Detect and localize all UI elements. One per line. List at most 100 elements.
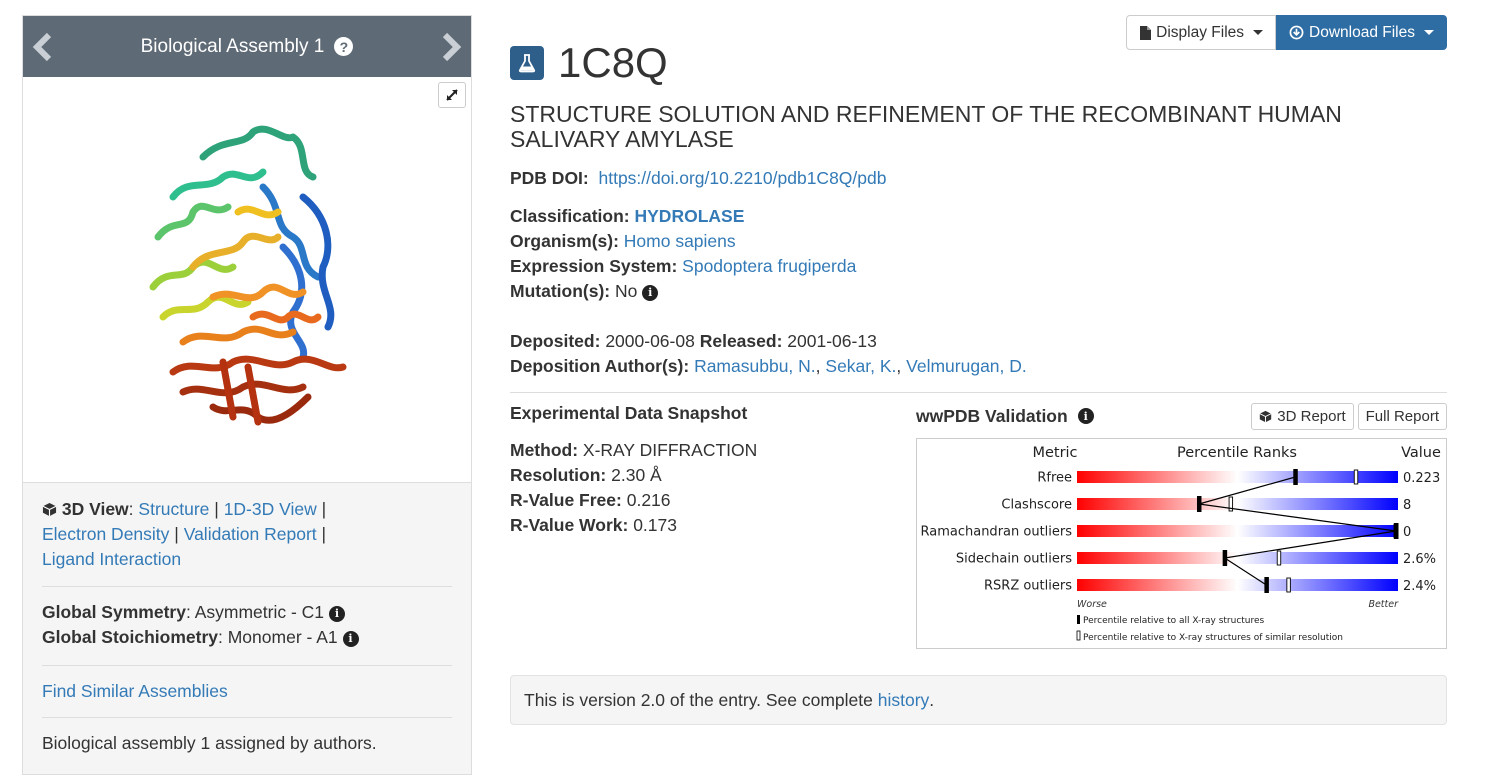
validation-slider-chart: Metric Percentile Ranks Value Rfree 0.223… [921, 445, 1441, 643]
link-validation-report[interactable]: Validation Report [184, 524, 317, 544]
released-label: Released: [699, 331, 783, 351]
history-link[interactable]: history [878, 690, 930, 711]
deposited-date: 2000-06-08 [605, 331, 695, 351]
organism-link[interactable]: Homo sapiens [624, 231, 736, 251]
cube-icon [42, 502, 57, 517]
author-link[interactable]: Sekar, K. [825, 356, 896, 376]
similar-resolution-marker [1353, 469, 1359, 485]
info-icon[interactable]: i [1077, 408, 1094, 424]
metric-header: Metric [1032, 445, 1077, 461]
resolution-label: Resolution: [510, 465, 607, 485]
entry-main: Display Files Download Files 1C8Q STRUCT… [510, 15, 1447, 725]
file-icon [1140, 25, 1152, 40]
validation-section: wwPDB Validation i 3D Report Full Report [916, 402, 1447, 649]
3d-report-button[interactable]: 3D Report [1251, 402, 1354, 430]
version-notice: This is version 2.0 of the entry. See co… [510, 675, 1447, 725]
metric-value: 0 [1403, 525, 1411, 540]
resolution-value: 2.30 Å [611, 465, 662, 485]
pdb-id: 1C8Q [558, 39, 668, 86]
chevron-right-icon[interactable] [435, 32, 465, 62]
legend-all-marker [1077, 615, 1080, 624]
display-files-label: Display Files [1156, 23, 1245, 41]
classification-link[interactable]: HYDROLASE [635, 206, 745, 226]
classification-block: Classification: HYDROLASE Organism(s): H… [510, 204, 1447, 304]
mutation-value: No [615, 281, 638, 301]
metric-label: Ramachandran outliers [921, 525, 1073, 540]
doi-line: PDB DOI: https://doi.org/10.2210/pdb1C8Q… [510, 166, 1447, 191]
display-files-button[interactable]: Display Files [1126, 15, 1277, 50]
molecule-viewer[interactable] [23, 77, 471, 483]
doi-label: PDB DOI: [510, 168, 589, 188]
assembly-header: Biological Assembly 1 ? [23, 16, 471, 77]
caret-down-icon [1424, 30, 1434, 35]
stoichiometry-value: Monomer - A1 [227, 627, 338, 647]
info-icon[interactable]: i [328, 605, 345, 622]
find-similar-assemblies-link[interactable]: Find Similar Assemblies [42, 681, 228, 701]
doi-link[interactable]: https://doi.org/10.2210/pdb1C8Q/pdb [598, 168, 886, 188]
expand-button[interactable] [438, 82, 466, 108]
classification-label: Classification: [510, 206, 630, 226]
link-1d-3d-view[interactable]: 1D-3D View [224, 499, 317, 519]
metric-label: RSRZ outliers [984, 579, 1072, 594]
download-files-label: Download Files [1309, 23, 1415, 41]
version-text: This is version 2.0 of the entry. See co… [524, 689, 878, 710]
info-icon[interactable]: i [642, 284, 659, 301]
divider [510, 392, 1447, 393]
authors-label: Deposition Author(s): [510, 356, 690, 376]
cube-icon [1259, 410, 1272, 422]
metric-label: Clashscore [1001, 498, 1072, 513]
expression-label: Expression System: [510, 256, 678, 276]
value-header: Value [1401, 445, 1441, 461]
full-report-button[interactable]: Full Report [1357, 402, 1447, 430]
author-link[interactable]: Ramasubbu, N. [694, 356, 816, 376]
method-value: X-RAY DIFFRACTION [582, 440, 758, 460]
download-circle-icon [1289, 25, 1304, 40]
full-report-label: Full Report [1365, 407, 1439, 425]
metric-value: 2.6% [1403, 552, 1436, 567]
mutation-label: Mutation(s): [510, 281, 611, 301]
question-circle-icon[interactable]: ? [334, 37, 354, 56]
similar-resolution-marker [1276, 550, 1282, 566]
info-icon[interactable]: i [342, 630, 359, 647]
symmetry-value: Asymmetric - C1 [194, 602, 325, 622]
metric-value: 8 [1403, 498, 1411, 513]
protein-structure-image [149, 125, 347, 426]
metric-value: 0.223 [1403, 471, 1440, 486]
rfree-value: 0.216 [626, 490, 671, 510]
link-structure[interactable]: Structure [138, 499, 209, 519]
percentile-bar [1077, 498, 1398, 510]
rwork-value: 0.173 [633, 515, 677, 535]
flask-icon [510, 46, 544, 80]
view-label: 3D View [61, 499, 129, 519]
method-label: Method: [510, 440, 579, 460]
symmetry-section: Global Symmetry: Asymmetric - C1 i Globa… [23, 587, 471, 665]
ranks-header: Percentile Ranks [1177, 445, 1297, 461]
find-similar-section: Find Similar Assemblies [23, 666, 471, 717]
link-electron-density[interactable]: Electron Density [42, 524, 169, 544]
download-files-button[interactable]: Download Files [1276, 15, 1447, 50]
chevron-left-icon[interactable] [29, 32, 59, 62]
legend-similar-label: Percentile relative to X-ray structures … [1083, 633, 1343, 643]
file-buttons: Display Files Download Files [1126, 15, 1447, 50]
rfree-label: R-Value Free: [510, 490, 622, 510]
rwork-label: R-Value Work: [510, 515, 629, 535]
axis-better-label: Better [1368, 599, 1399, 610]
view-links-section: 3D View: Structure | 1D-3D View | Electr… [42, 499, 327, 569]
legend-similar-marker [1076, 630, 1081, 641]
legend-all-label: Percentile relative to all X-ray structu… [1083, 616, 1265, 626]
metric-value: 2.4% [1403, 579, 1436, 594]
assigned-note: Biological assembly 1 assigned by author… [42, 733, 377, 753]
deposit-block: Deposited: 2000-06-08 Released: 2001-06-… [510, 331, 1027, 376]
link-ligand-interaction[interactable]: Ligand Interaction [42, 549, 181, 569]
percentile-bar [1077, 552, 1398, 564]
stoichiometry-label: Global Stoichiometry [42, 627, 218, 647]
validation-chart[interactable]: Metric Percentile Ranks Value Rfree 0.223… [916, 438, 1447, 649]
author-link[interactable]: Velmurugan, D. [906, 356, 1027, 376]
3d-report-label: 3D Report [1277, 407, 1346, 425]
percentile-bar [1077, 525, 1398, 537]
snapshot-heading: Experimental Data Snapshot [510, 403, 748, 423]
axis-worse-label: Worse [1077, 599, 1107, 610]
validation-heading: wwPDB Validation [916, 405, 1068, 426]
experimental-snapshot: Experimental Data Snapshot Method: X-RAY… [510, 403, 900, 538]
expression-link[interactable]: Spodoptera frugiperda [682, 256, 856, 276]
